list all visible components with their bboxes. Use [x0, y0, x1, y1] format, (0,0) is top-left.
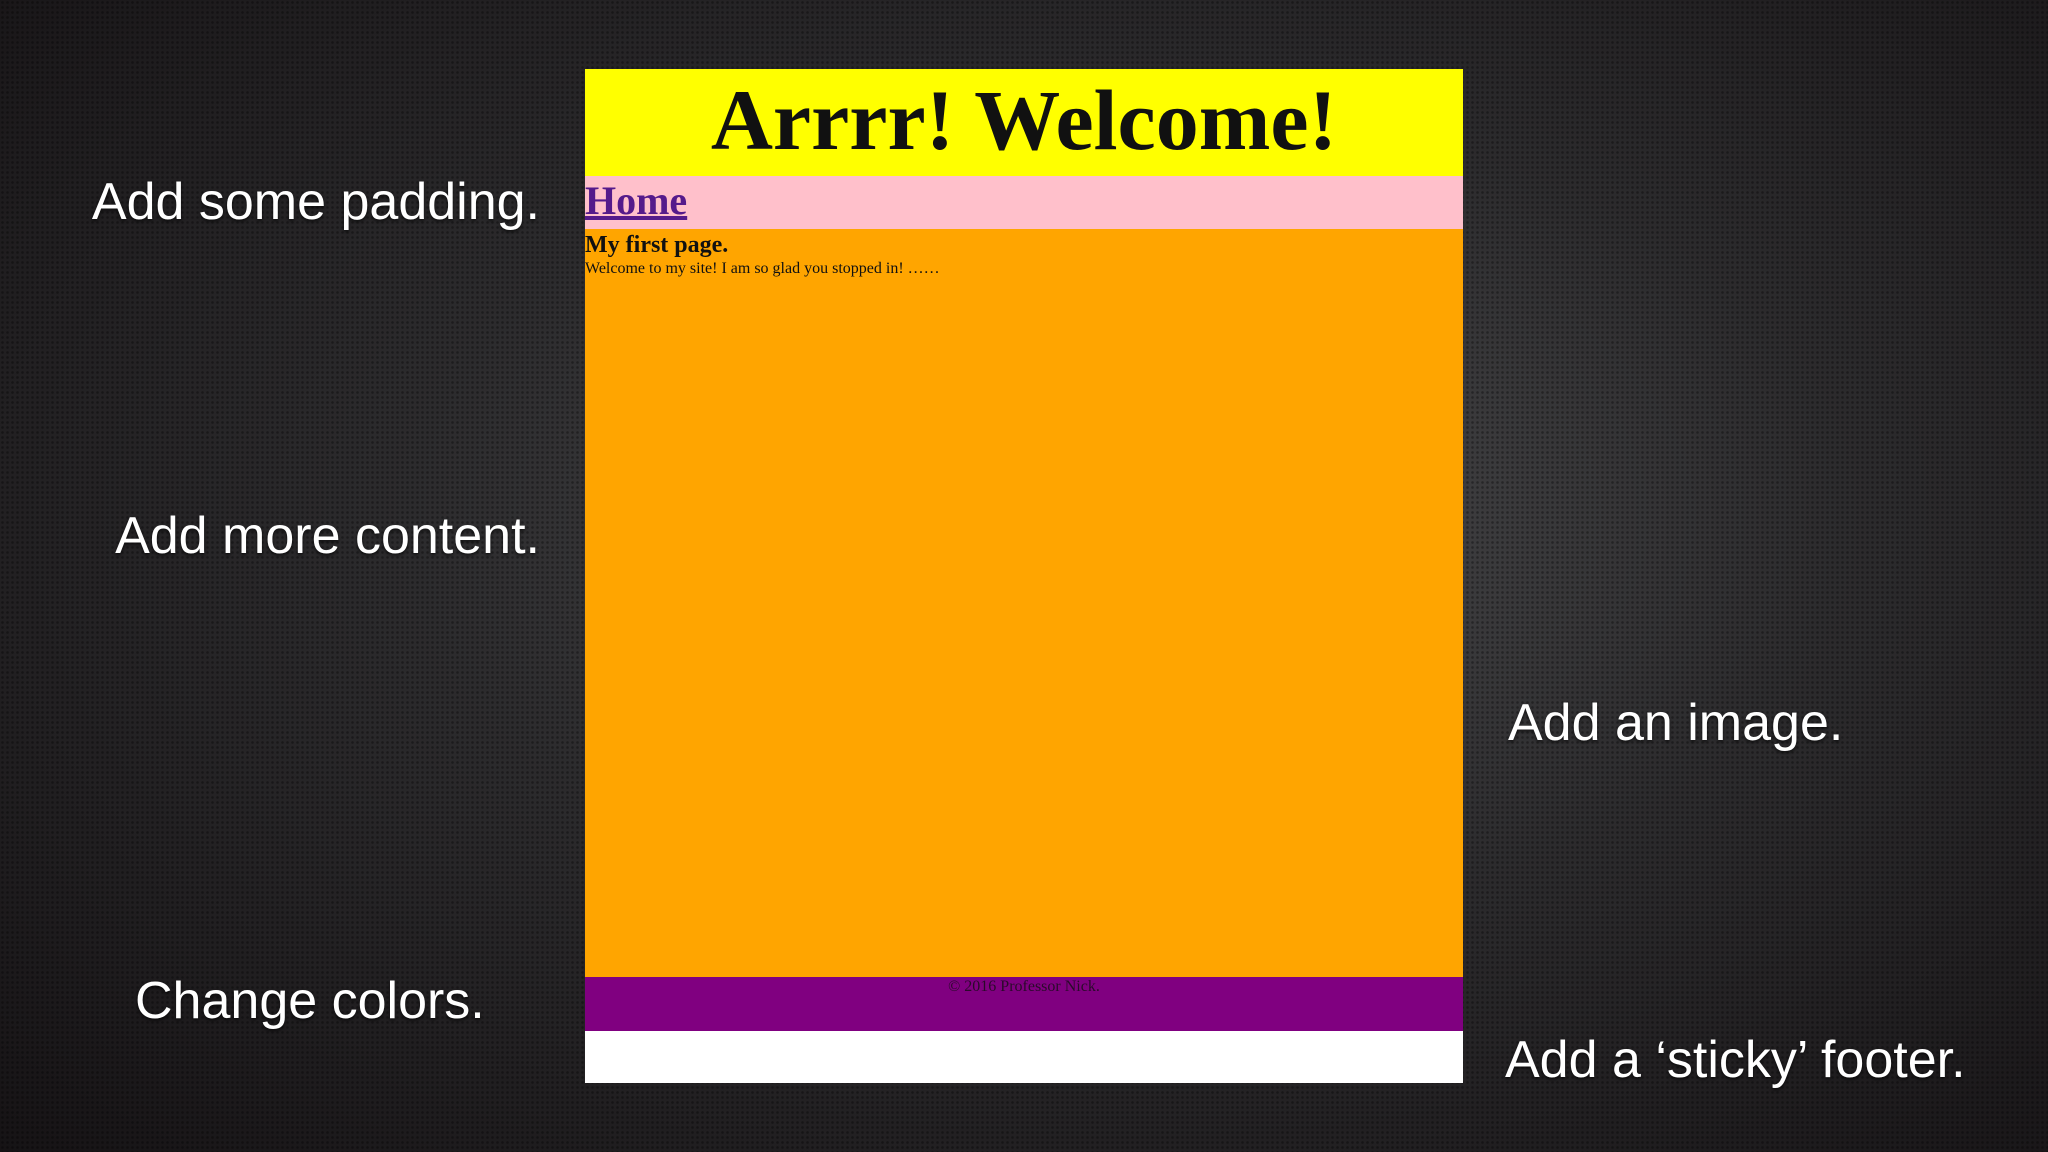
demo-header: Arrrr! Welcome! [585, 69, 1463, 176]
caption-sticky-footer: Add a ‘sticky’ footer. [1505, 1031, 1966, 1089]
caption-add-padding: Add some padding. [91, 173, 540, 231]
demo-page-bottom [585, 1031, 1463, 1083]
demo-main-content: My first page. Welcome to my site! I am … [585, 229, 1463, 977]
demo-header-title: Arrrr! Welcome! [710, 72, 1338, 168]
main-heading: My first page. [585, 232, 729, 258]
demo-nav: Home [585, 176, 1463, 229]
demo-footer: © 2016 Professor Nick. [585, 977, 1463, 1031]
caption-add-image: Add an image. [1508, 694, 1844, 752]
footer-text: © 2016 Professor Nick. [948, 978, 1100, 995]
demo-webpage: Arrrr! Welcome! Home My first page. Welc… [585, 69, 1463, 1083]
nav-link-home[interactable]: Home [585, 176, 687, 226]
caption-change-colors: Change colors. [135, 972, 485, 1030]
main-paragraph: Welcome to my site! I am so glad you sto… [585, 260, 940, 277]
caption-add-content: Add more content. [115, 507, 540, 565]
